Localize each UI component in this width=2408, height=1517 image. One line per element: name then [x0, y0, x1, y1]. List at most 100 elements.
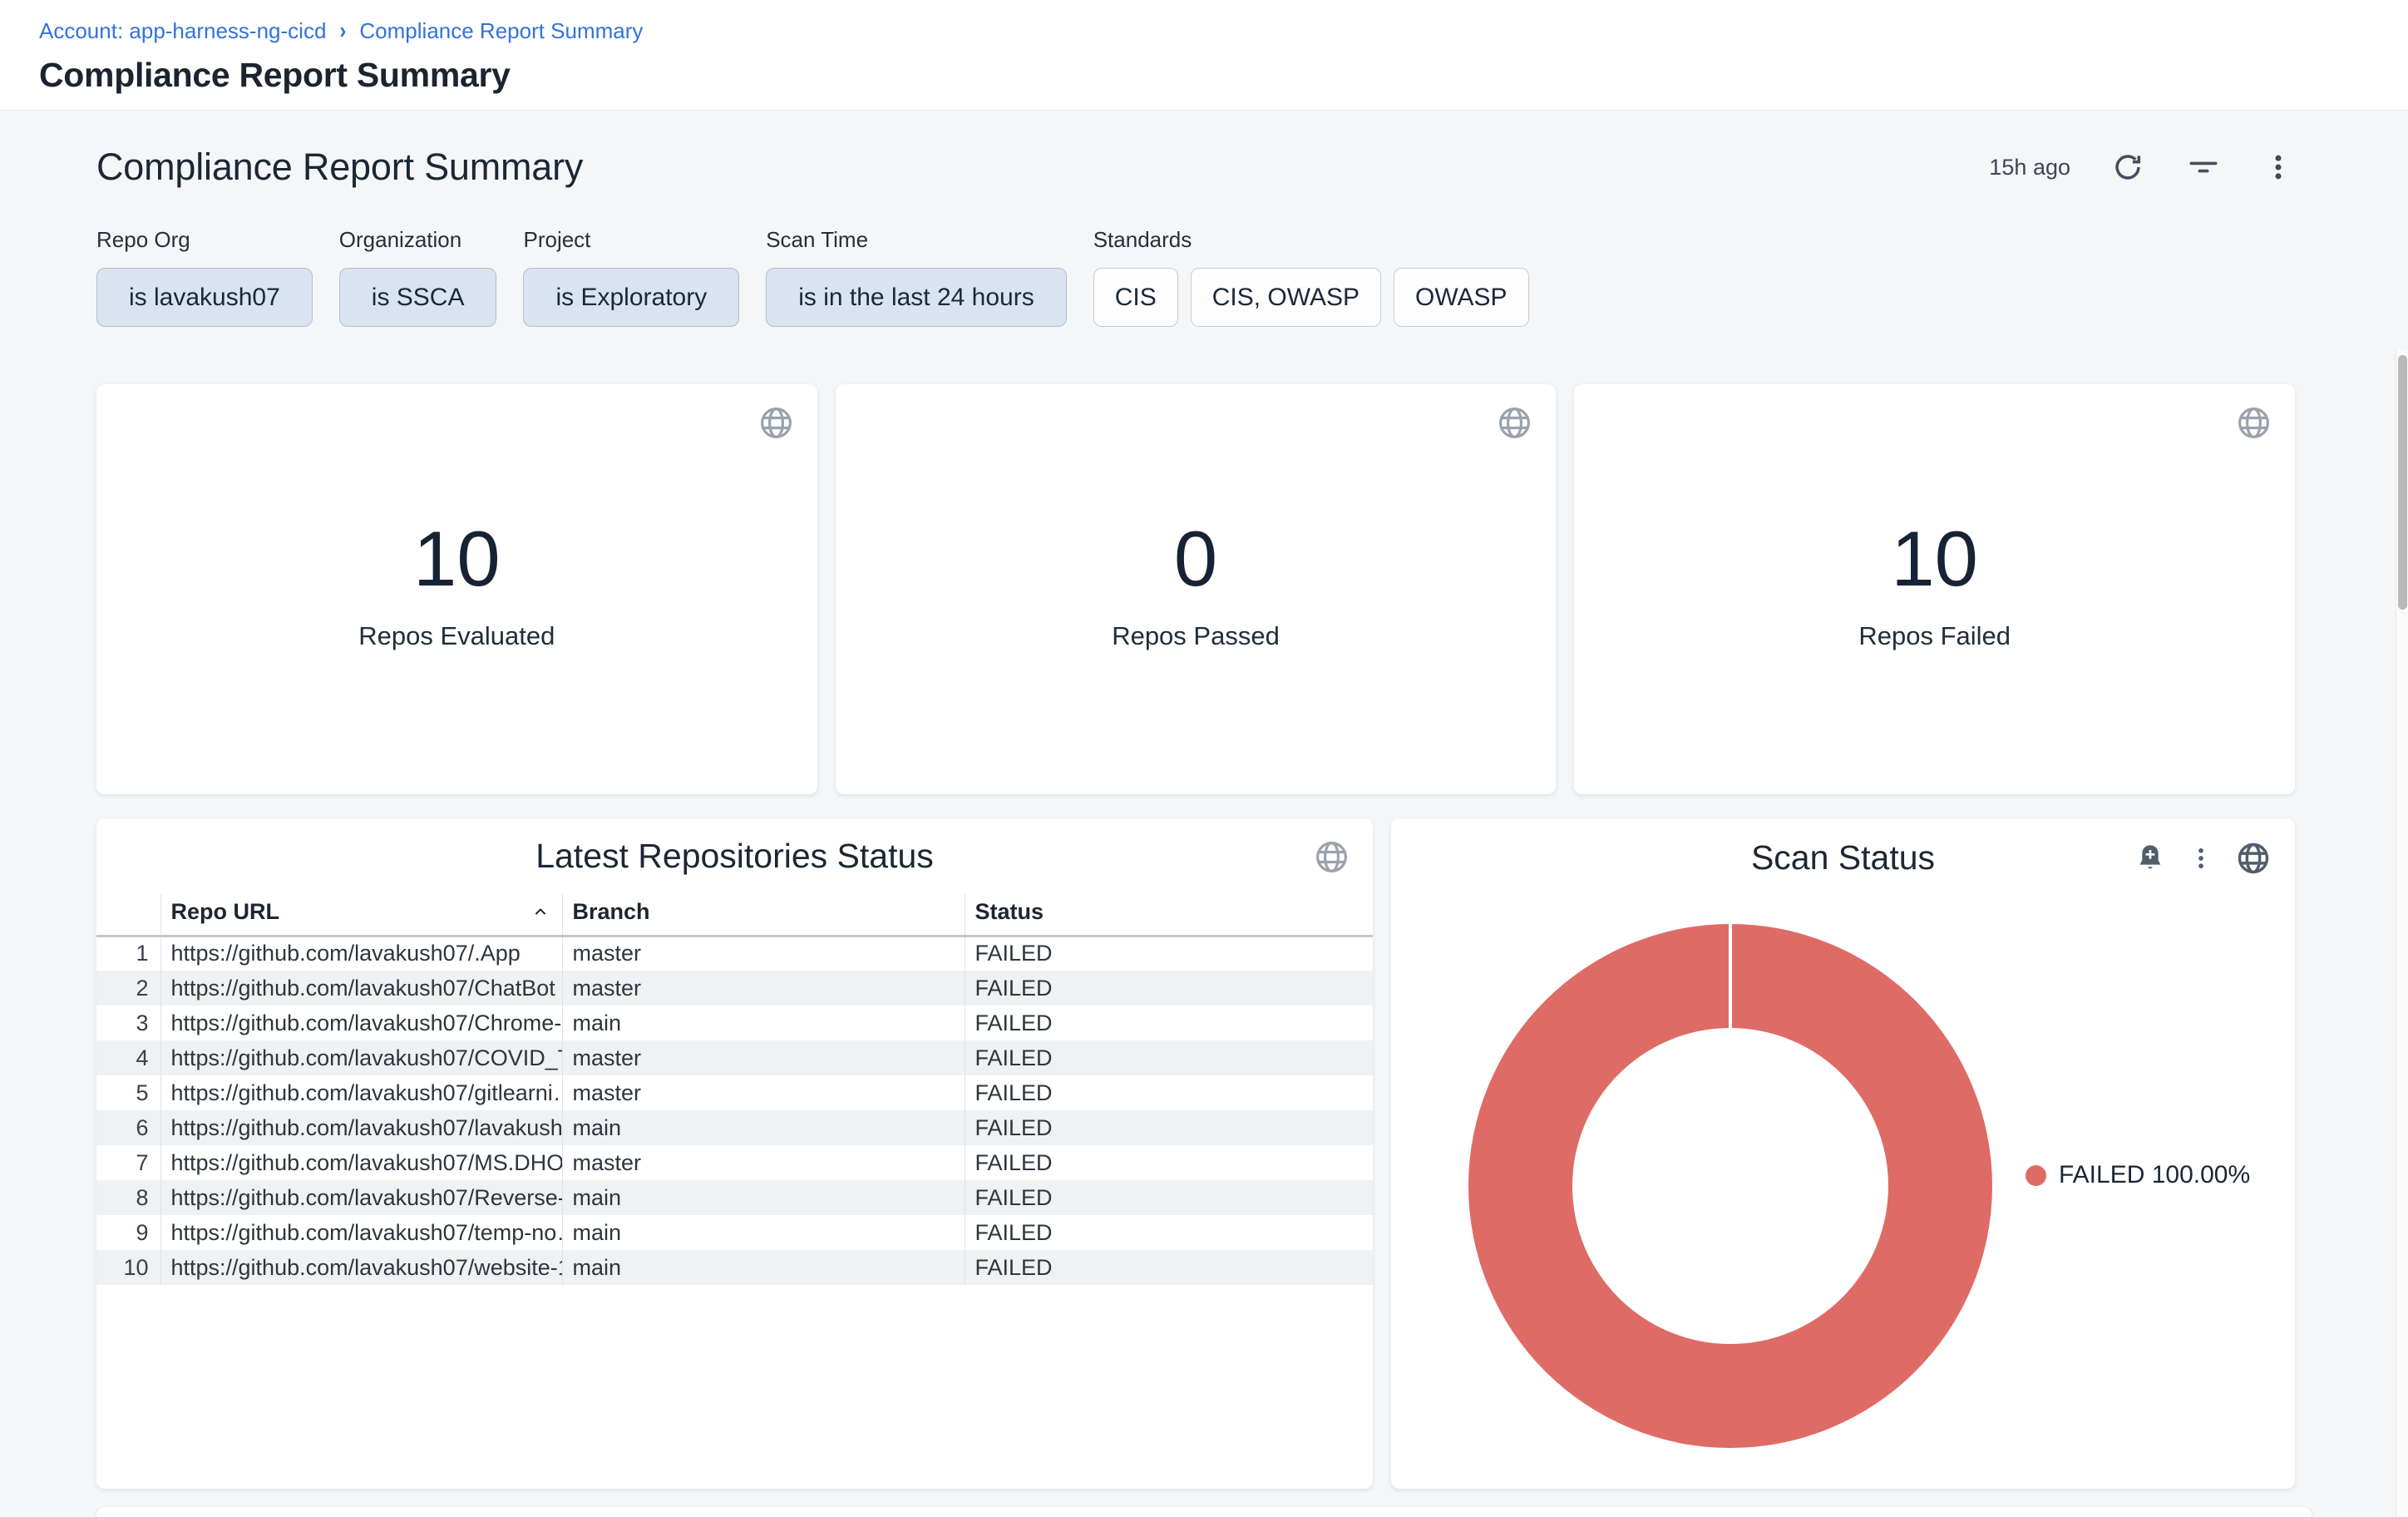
dashboard-main: Compliance Report Summary 15h ago	[0, 146, 2408, 1517]
filters-button[interactable]	[2185, 149, 2222, 185]
row-number: 10	[96, 1250, 160, 1285]
filter-chip-project[interactable]: is Exploratory	[523, 268, 739, 327]
table-row[interactable]: 10 https://github.com/lavakush07/website…	[96, 1250, 1373, 1285]
column-header-repo-url[interactable]: Repo URL	[160, 894, 562, 936]
repositories-table: Repo URL Branch Status	[96, 894, 1373, 1285]
dashboard-actions-menu-button[interactable]	[2262, 151, 2295, 184]
stat-card-repos-failed: 10 Repos Failed	[1574, 384, 2295, 794]
row-number: 4	[96, 1040, 160, 1075]
table-row[interactable]: 2 https://github.com/lavakush07/ChatBot …	[96, 971, 1373, 1006]
globe-icon[interactable]	[1496, 404, 1533, 442]
filter-chip-organization[interactable]: is SSCA	[339, 268, 497, 327]
breadcrumb-separator-icon: ›	[339, 17, 346, 44]
breadcrumb-current-link[interactable]: Compliance Report Summary	[359, 18, 643, 44]
filter-group-standards: Standards CIS CIS, OWASP OWASP	[1093, 227, 1529, 327]
row-number: 1	[96, 936, 160, 971]
repo-url-cell: https://github.com/lavakush07/MS.DHO…	[160, 1145, 562, 1180]
stat-label: Repos Passed	[1112, 621, 1280, 651]
filter-chip-repo-org[interactable]: is lavakush07	[96, 268, 313, 327]
table-row[interactable]: 8 https://github.com/lavakush07/Reverse-…	[96, 1180, 1373, 1215]
row-number: 6	[96, 1110, 160, 1145]
scrollbar-thumb[interactable]	[2398, 355, 2407, 610]
table-row[interactable]: 6 https://github.com/lavakush07/lavakush…	[96, 1110, 1373, 1145]
globe-icon[interactable]	[757, 404, 795, 442]
dashboard-title: Compliance Report Summary	[96, 146, 583, 189]
row-number: 7	[96, 1145, 160, 1180]
repo-url-cell: https://github.com/lavakush07/website-1	[160, 1250, 562, 1285]
repo-url-cell: https://github.com/lavakush07/lavakush…	[160, 1110, 562, 1145]
filter-chip-scan-time[interactable]: is in the last 24 hours	[766, 268, 1067, 327]
repo-url-cell: https://github.com/lavakush07/.App	[160, 936, 562, 971]
stat-card-repos-evaluated: 10 Repos Evaluated	[96, 384, 817, 794]
globe-icon[interactable]	[1313, 838, 1350, 876]
next-card-partial	[96, 1507, 2312, 1517]
row-number: 3	[96, 1006, 160, 1040]
bell-plus-icon	[2134, 842, 2167, 875]
refresh-icon	[2110, 150, 2145, 185]
filter-label: Scan Time	[766, 227, 1067, 253]
alerts-button[interactable]	[2134, 842, 2167, 875]
column-header-branch[interactable]: Branch	[562, 894, 965, 936]
globe-button[interactable]	[2235, 840, 2272, 877]
bottom-row: Latest Repositories Status Repo URL	[96, 818, 2295, 1489]
repo-url-cell: https://github.com/lavakush07/Chrome-…	[160, 1006, 562, 1040]
sort-ascending-icon[interactable]	[530, 902, 550, 922]
table-row[interactable]: 5 https://github.com/lavakush07/gitlearn…	[96, 1075, 1373, 1110]
scan-status-donut-chart[interactable]	[1468, 924, 1992, 1448]
status-cell: FAILED	[965, 1250, 1373, 1285]
column-header-label: Repo URL	[171, 899, 280, 925]
column-header-status[interactable]: Status	[965, 894, 1373, 936]
filter-label: Project	[523, 227, 739, 253]
status-cell: FAILED	[965, 1075, 1373, 1110]
tile-actions-menu-button[interactable]	[2187, 844, 2215, 872]
table-row[interactable]: 1 https://github.com/lavakush07/.App mas…	[96, 936, 1373, 971]
refresh-button[interactable]	[2110, 150, 2145, 185]
table-row[interactable]: 3 https://github.com/lavakush07/Chrome-……	[96, 1006, 1373, 1040]
filter-group-project: Project is Exploratory	[523, 227, 739, 327]
filter-icon	[2185, 149, 2222, 185]
chart-legend[interactable]: FAILED 100.00%	[2026, 1161, 2250, 1189]
row-number: 9	[96, 1215, 160, 1250]
repo-url-cell: https://github.com/lavakush07/ChatBot	[160, 971, 562, 1006]
filter-label: Organization	[339, 227, 497, 253]
table-row[interactable]: 9 https://github.com/lavakush07/temp-no……	[96, 1215, 1373, 1250]
table-row[interactable]: 7 https://github.com/lavakush07/MS.DHO… …	[96, 1145, 1373, 1180]
last-refreshed-text: 15h ago	[1989, 155, 2070, 180]
globe-icon[interactable]	[2235, 404, 2272, 442]
status-cell: FAILED	[965, 1040, 1373, 1075]
status-cell: FAILED	[965, 1215, 1373, 1250]
status-cell: FAILED	[965, 1180, 1373, 1215]
filter-label: Standards	[1093, 227, 1529, 253]
status-cell: FAILED	[965, 1145, 1373, 1180]
branch-cell: master	[562, 971, 965, 1006]
branch-cell: main	[562, 1215, 965, 1250]
dashboard-controls: 15h ago	[1989, 149, 2295, 185]
standards-chip-cis[interactable]: CIS	[1093, 268, 1178, 327]
filter-label: Repo Org	[96, 227, 313, 253]
legend-failed-swatch	[2026, 1165, 2046, 1186]
filter-group-repo-org: Repo Org is lavakush07	[96, 227, 313, 327]
branch-cell: master	[562, 1145, 965, 1180]
donut-slice-divider	[1729, 924, 1732, 1029]
branch-cell: main	[562, 1006, 965, 1040]
scrollbar-track[interactable]	[2396, 349, 2408, 1517]
status-cell: FAILED	[965, 1110, 1373, 1145]
dashboard-header: Compliance Report Summary 15h ago	[96, 146, 2295, 189]
kebab-menu-icon	[2187, 844, 2215, 872]
row-number-column-header	[96, 894, 160, 936]
filter-group-scan-time: Scan Time is in the last 24 hours	[766, 227, 1067, 327]
table-row[interactable]: 4 https://github.com/lavakush07/COVID_T……	[96, 1040, 1373, 1075]
repo-url-cell: https://github.com/lavakush07/gitlearni…	[160, 1075, 562, 1110]
standards-chip-owasp[interactable]: OWASP	[1394, 268, 1529, 327]
filter-group-organization: Organization is SSCA	[339, 227, 497, 327]
globe-icon	[2235, 840, 2272, 877]
branch-cell: master	[562, 936, 965, 971]
breadcrumb: Account: app-harness-ng-cicd › Complianc…	[39, 18, 2408, 44]
latest-repositories-status-card: Latest Repositories Status Repo URL	[96, 818, 1373, 1489]
branch-cell: main	[562, 1250, 965, 1285]
legend-failed-label: FAILED 100.00%	[2059, 1161, 2250, 1189]
standards-chip-cis-owasp[interactable]: CIS, OWASP	[1191, 268, 1381, 327]
breadcrumb-account-link[interactable]: Account: app-harness-ng-cicd	[39, 18, 326, 44]
repo-url-cell: https://github.com/lavakush07/Reverse-…	[160, 1180, 562, 1215]
branch-cell: main	[562, 1110, 965, 1145]
